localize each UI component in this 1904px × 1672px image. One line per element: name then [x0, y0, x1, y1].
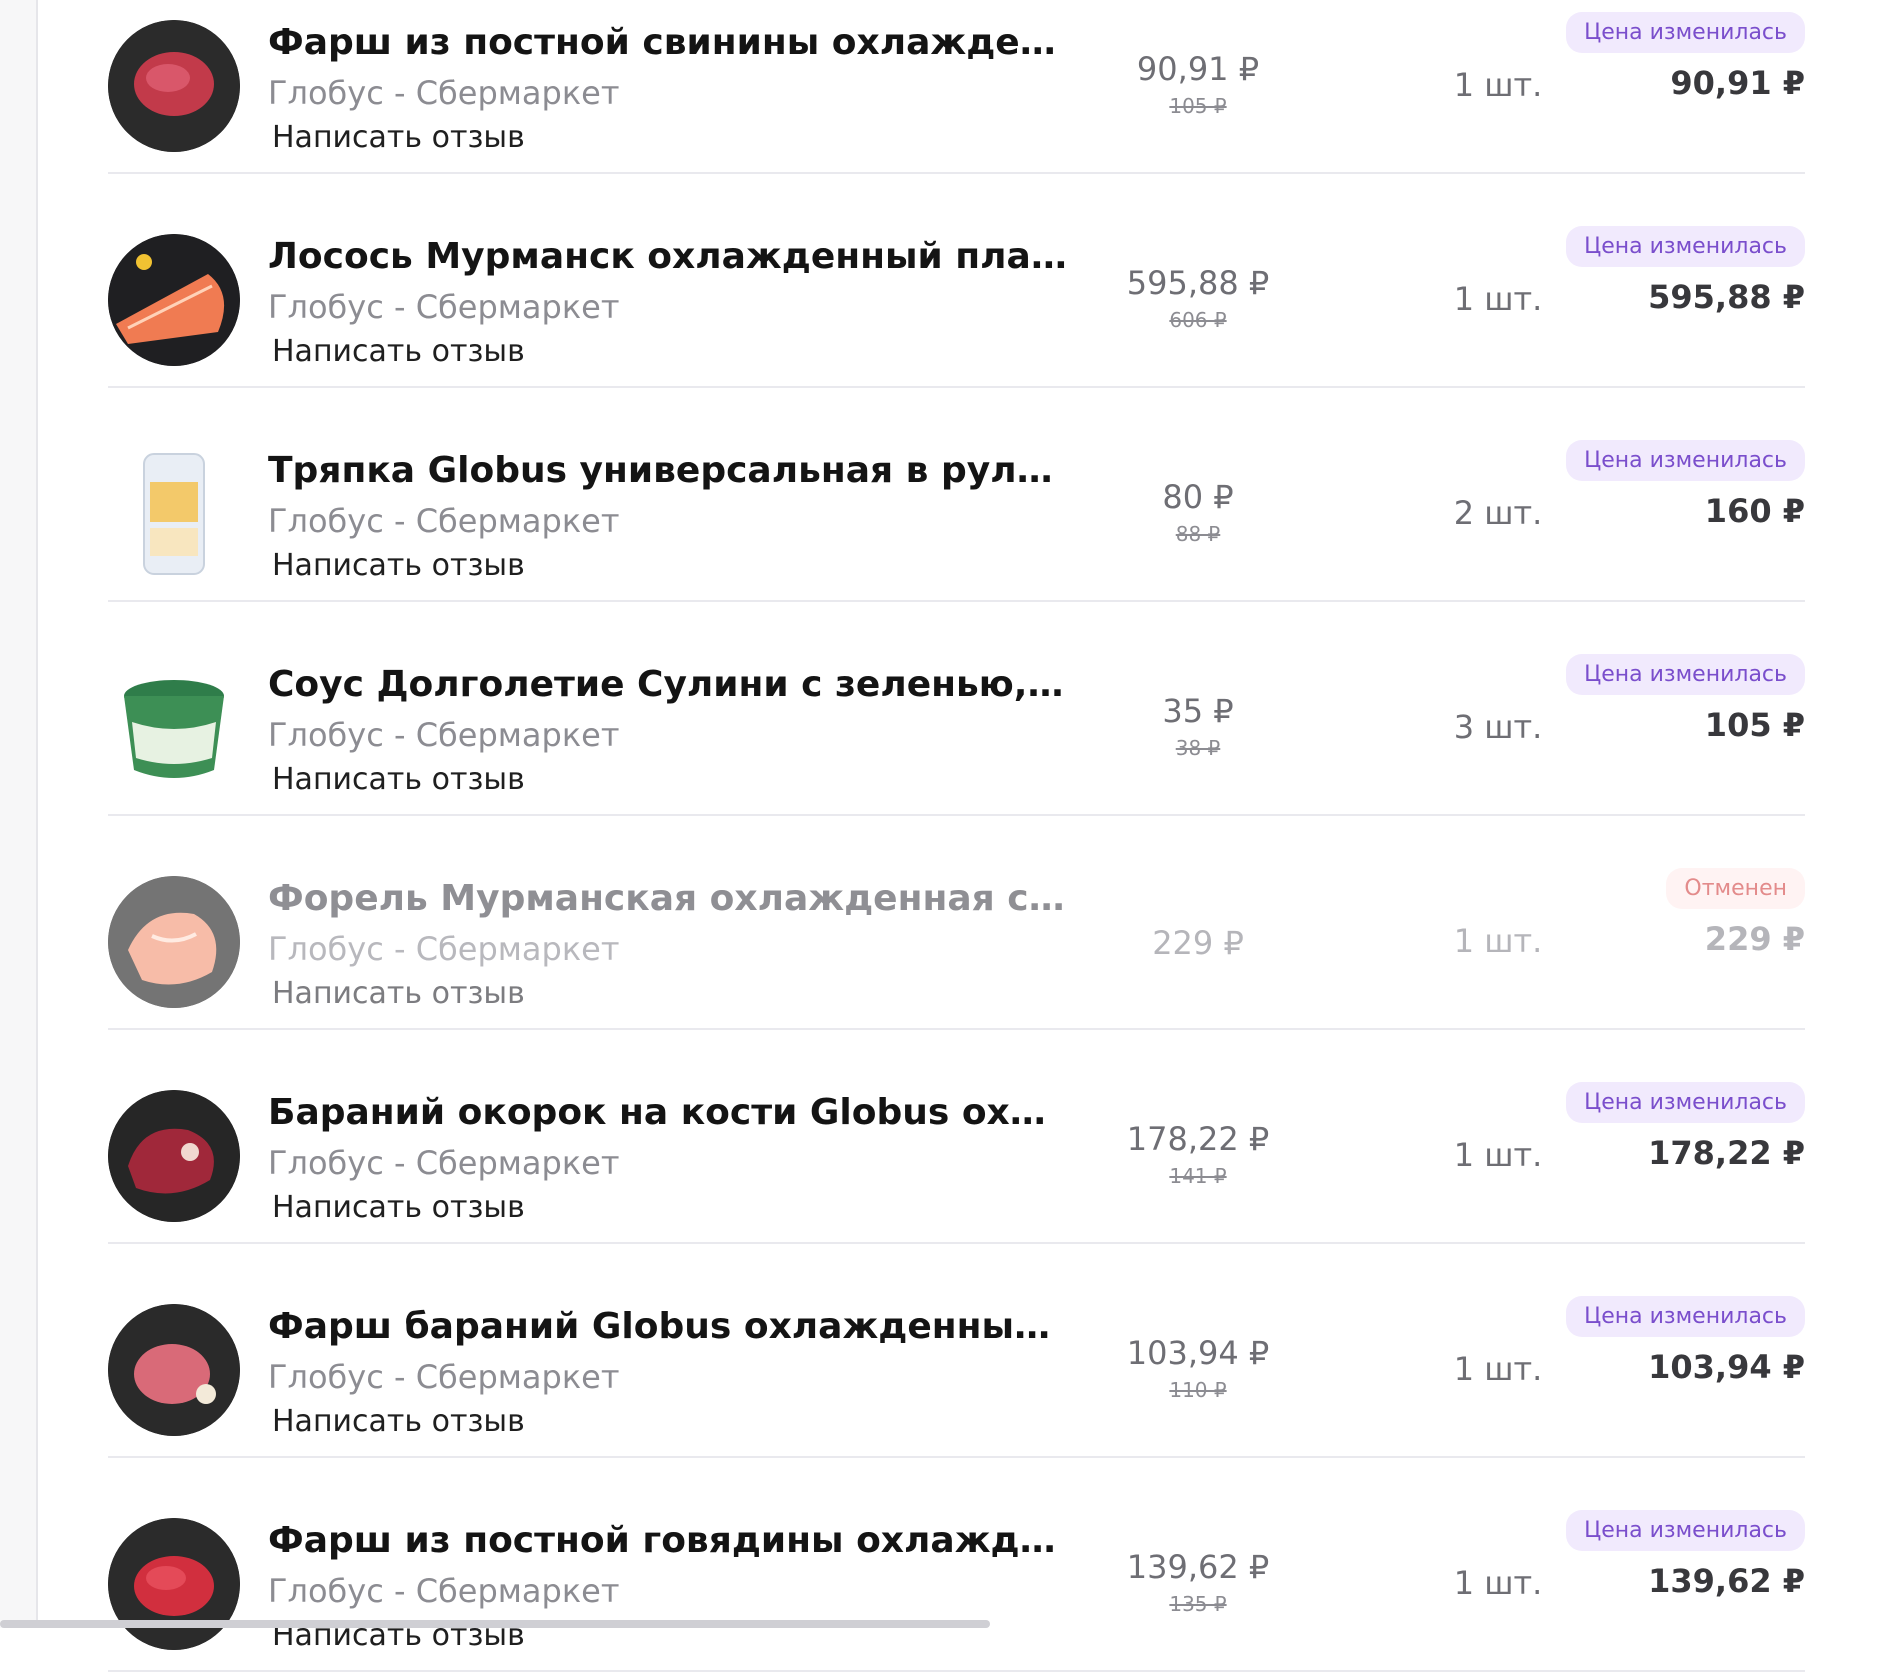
- store-name: Глобус - Сбермаркет: [268, 716, 620, 754]
- store-name: Глобус - Сбермаркет: [268, 1144, 620, 1182]
- write-review-link[interactable]: Написать отзыв: [272, 334, 525, 369]
- write-review-link[interactable]: Написать отзыв: [272, 120, 525, 155]
- line-total: 595,88 ₽: [1648, 278, 1805, 316]
- store-name: Глобус - Сбермаркет: [268, 502, 620, 540]
- status-badge: Цена изменилась: [1566, 1082, 1805, 1123]
- unit-price: 35 ₽: [1162, 692, 1234, 730]
- status-badge: Цена изменилась: [1566, 12, 1805, 53]
- left-sidebar-edge: [0, 0, 38, 1628]
- write-review-link[interactable]: Написать отзыв: [272, 762, 525, 797]
- order-item-row: Лосось Мурманск охлажденный пласт +-0,..…: [108, 174, 1805, 388]
- old-price: 88 ₽: [1175, 522, 1221, 546]
- store-name: Глобус - Сбермаркет: [268, 930, 620, 968]
- line-total: 178,22 ₽: [1648, 1134, 1805, 1172]
- order-item-row: Тряпка Globus универсальная в рулоне 70 …: [108, 388, 1805, 602]
- beef-mince-icon[interactable]: [108, 1518, 240, 1650]
- store-name: Глобус - Сбермаркет: [268, 288, 620, 326]
- order-item-row: Форель Мурманская охлажденная стейк +-..…: [108, 816, 1805, 1030]
- salmon-fillet-icon[interactable]: [108, 234, 240, 366]
- write-review-link[interactable]: Написать отзыв: [272, 976, 525, 1011]
- order-item-row: Фарш из постной свинины охлажденный +-..…: [108, 0, 1805, 174]
- product-title[interactable]: Фарш из постной говядины охлажденный ...: [268, 1520, 1068, 1561]
- line-total: 90,91 ₽: [1670, 64, 1805, 102]
- old-price: 606 ₽: [1169, 308, 1227, 332]
- store-name: Глобус - Сбермаркет: [268, 1358, 620, 1396]
- unit-price: 595,88 ₽: [1126, 264, 1270, 302]
- old-price: 38 ₽: [1175, 736, 1221, 760]
- unit-price: 139,62 ₽: [1126, 1548, 1270, 1586]
- status-badge: Цена изменилась: [1566, 440, 1805, 481]
- quantity: 3 шт.: [1453, 708, 1543, 746]
- quantity: 1 шт.: [1453, 280, 1543, 318]
- unit-price: 103,94 ₽: [1126, 1334, 1270, 1372]
- line-total: 105 ₽: [1704, 706, 1805, 744]
- product-title[interactable]: Фарш бараний Globus охлажденный +-500 г: [268, 1306, 1068, 1347]
- order-items-list: Фарш из постной свинины охлажденный +-..…: [108, 0, 1805, 1672]
- product-title[interactable]: Фарш из постной свинины охлажденный +-..…: [268, 22, 1068, 63]
- quantity: 1 шт.: [1453, 66, 1543, 104]
- old-price: 105 ₽: [1169, 94, 1227, 118]
- unit-price: 90,91 ₽: [1136, 50, 1260, 88]
- store-name: Глобус - Сбермаркет: [268, 1572, 620, 1610]
- cloth-roll-icon[interactable]: [108, 448, 240, 580]
- pork-mince-icon[interactable]: [108, 20, 240, 152]
- store-name: Глобус - Сбермаркет: [268, 74, 620, 112]
- status-badge: Цена изменилась: [1566, 654, 1805, 695]
- lamb-mince-icon[interactable]: [108, 1304, 240, 1436]
- product-title[interactable]: Форель Мурманская охлажденная стейк +-..…: [268, 878, 1068, 919]
- order-item-row: Соус Долголетие Сулини с зеленью, 6-8%, …: [108, 602, 1805, 816]
- status-badge: Отменен: [1666, 868, 1805, 909]
- sauce-tub-icon[interactable]: [108, 662, 240, 794]
- quantity: 1 шт.: [1453, 1350, 1543, 1388]
- order-item-row: Бараний окорок на кости Globus охлажден.…: [108, 1030, 1805, 1244]
- write-review-link[interactable]: Написать отзыв: [272, 548, 525, 583]
- horizontal-scrollbar[interactable]: [0, 1620, 990, 1628]
- quantity: 1 шт.: [1453, 1564, 1543, 1602]
- status-badge: Цена изменилась: [1566, 226, 1805, 267]
- order-item-row: Фарш из постной говядины охлажденный ...…: [108, 1458, 1805, 1672]
- old-price: 141 ₽: [1169, 1164, 1227, 1188]
- unit-price: 229 ₽: [1152, 924, 1244, 962]
- product-title[interactable]: Тряпка Globus универсальная в рулоне 70 …: [268, 450, 1068, 491]
- old-price: 110 ₽: [1169, 1378, 1227, 1402]
- unit-price: 80 ₽: [1162, 478, 1234, 516]
- quantity: 1 шт.: [1453, 1136, 1543, 1174]
- product-title[interactable]: Соус Долголетие Сулини с зеленью, 6-8%, …: [268, 664, 1068, 705]
- status-badge: Цена изменилась: [1566, 1296, 1805, 1337]
- product-title[interactable]: Бараний окорок на кости Globus охлажден.…: [268, 1092, 1068, 1133]
- line-total: 229 ₽: [1704, 920, 1805, 958]
- line-total: 139,62 ₽: [1648, 1562, 1805, 1600]
- lamb-leg-icon[interactable]: [108, 1090, 240, 1222]
- line-total: 103,94 ₽: [1648, 1348, 1805, 1386]
- quantity: 1 шт.: [1453, 922, 1543, 960]
- line-total: 160 ₽: [1704, 492, 1805, 530]
- old-price: 135 ₽: [1169, 1592, 1227, 1616]
- product-title[interactable]: Лосось Мурманск охлажденный пласт +-0,..…: [268, 236, 1068, 277]
- trout-steak-icon[interactable]: [108, 876, 240, 1008]
- unit-price: 178,22 ₽: [1126, 1120, 1270, 1158]
- quantity: 2 шт.: [1453, 494, 1543, 532]
- order-item-row: Фарш бараний Globus охлажденный +-500 г …: [108, 1244, 1805, 1458]
- write-review-link[interactable]: Написать отзыв: [272, 1190, 525, 1225]
- write-review-link[interactable]: Написать отзыв: [272, 1404, 525, 1439]
- status-badge: Цена изменилась: [1566, 1510, 1805, 1551]
